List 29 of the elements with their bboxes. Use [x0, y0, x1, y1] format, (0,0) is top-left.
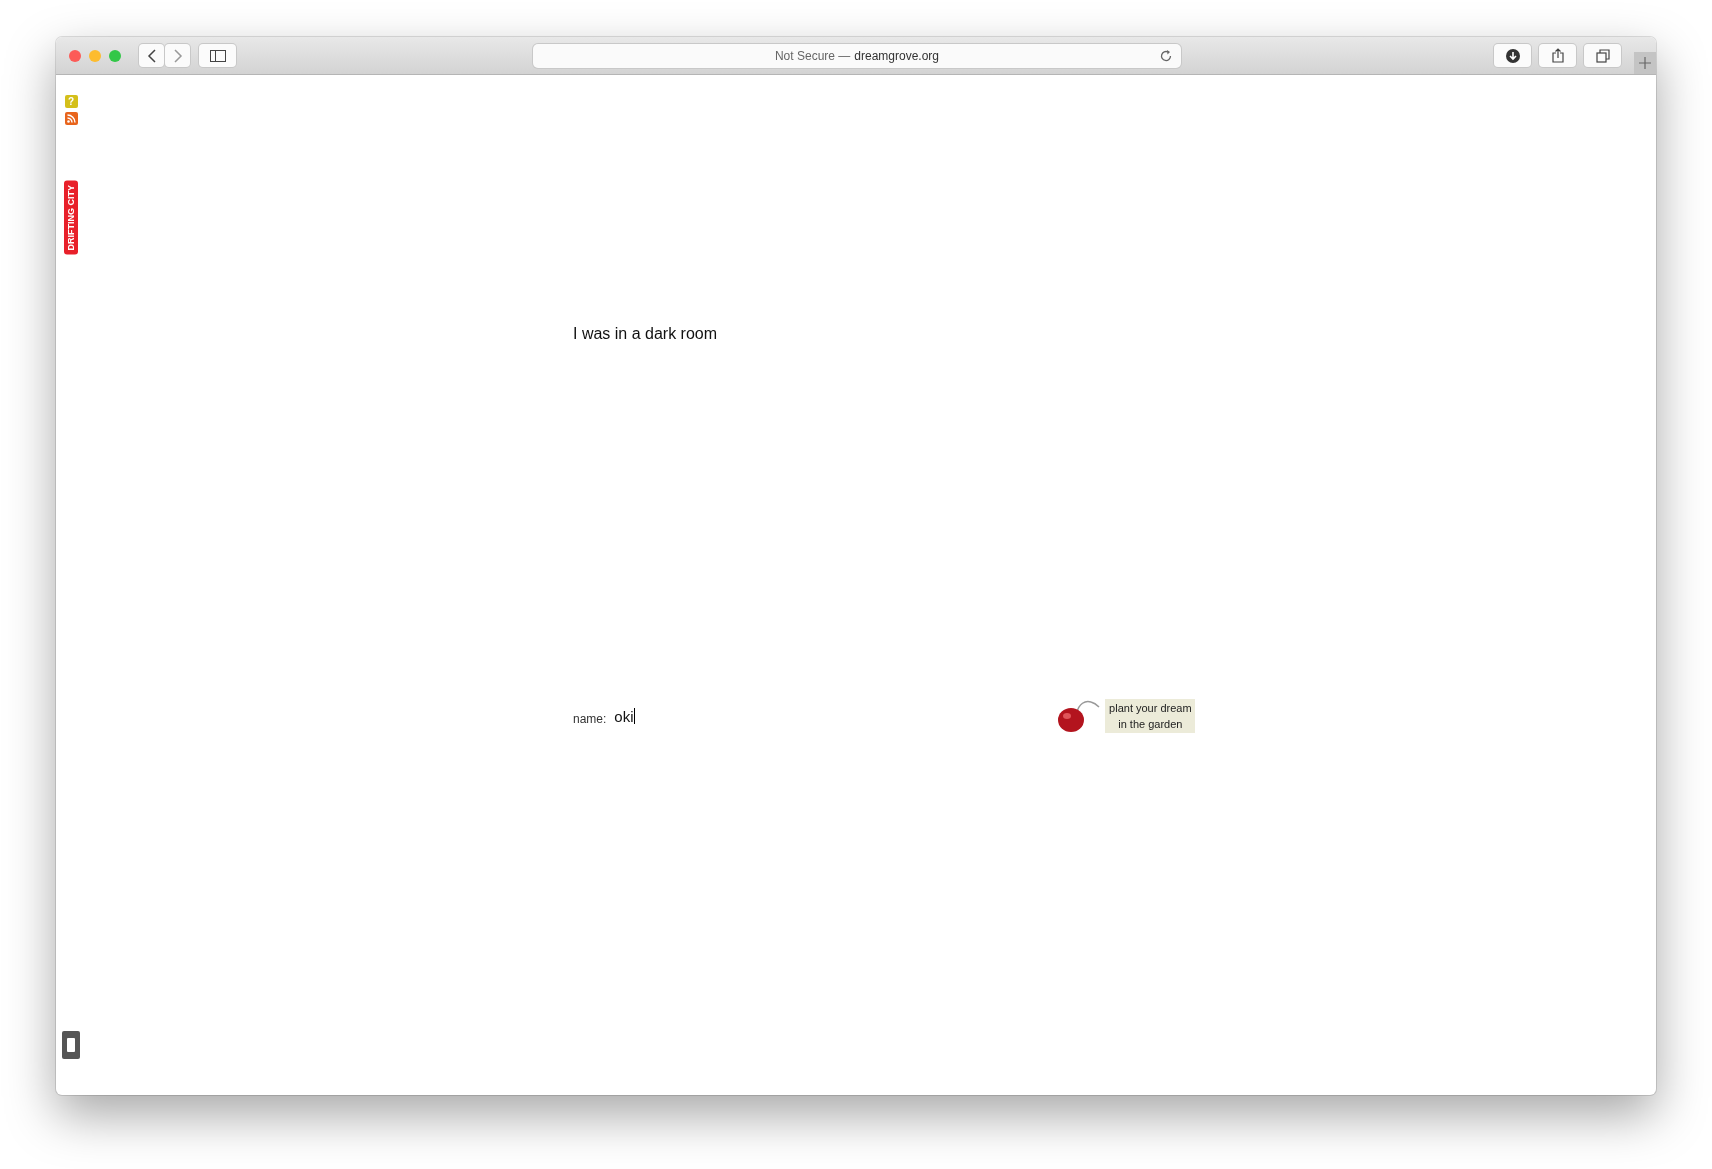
address-bar[interactable]: Not Secure — dreamgrove.org [533, 43, 1181, 68]
story-text: I was in a dark room [573, 325, 719, 343]
download-icon [1505, 48, 1520, 63]
garden-link-label: plant your dream in the garden [1105, 699, 1196, 733]
plus-icon [1639, 57, 1651, 69]
back-button[interactable] [139, 44, 164, 67]
cherry-icon [1057, 698, 1102, 734]
name-input[interactable]: oki [614, 705, 715, 727]
close-button[interactable] [69, 49, 81, 62]
name-label: name: [573, 712, 607, 726]
sidebar-icon [209, 49, 226, 62]
rss-icon[interactable] [64, 112, 78, 125]
back-icon [146, 48, 157, 63]
forward-icon [172, 48, 183, 63]
garden-link[interactable]: plant your dream in the garden [1057, 698, 1196, 734]
tabs-icon [1595, 48, 1610, 63]
downloads-button[interactable] [1494, 44, 1531, 67]
maximize-button[interactable] [109, 49, 121, 62]
domain-text: dreamgrove.org [854, 48, 940, 63]
phone-icon[interactable] [62, 1031, 80, 1059]
new-tab-button[interactable] [1634, 52, 1656, 74]
vertical-tag[interactable]: DRIFTING CITY [64, 181, 78, 255]
sidebar-button[interactable] [199, 44, 236, 67]
reload-icon[interactable] [1159, 48, 1173, 63]
forward-button[interactable] [165, 44, 190, 67]
tabs-button[interactable] [1584, 44, 1621, 67]
share-button[interactable] [1539, 44, 1576, 67]
security-label: Not Secure — [774, 48, 851, 63]
share-icon [1551, 48, 1564, 63]
